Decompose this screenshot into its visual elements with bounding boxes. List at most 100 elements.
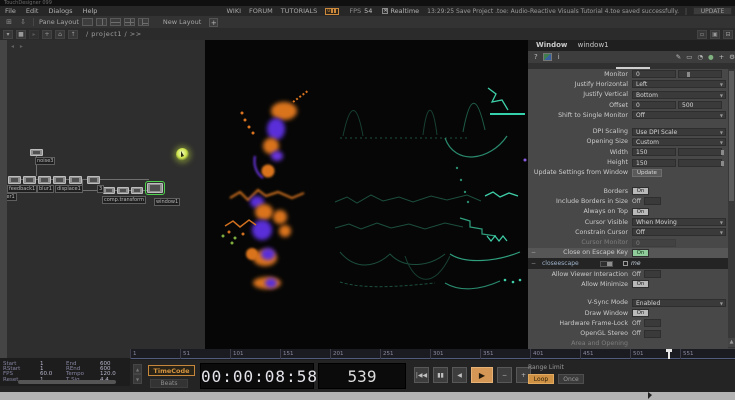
link-tutorials[interactable]: TUTORIALS bbox=[277, 7, 321, 15]
info-icon[interactable]: i bbox=[558, 53, 560, 61]
node-label[interactable]: noise3 bbox=[35, 157, 55, 165]
help-icon[interactable]: ? bbox=[534, 53, 538, 61]
new-layout-tab[interactable]: New Layout bbox=[163, 18, 201, 26]
menu-edit[interactable]: Edit bbox=[21, 7, 44, 15]
param-value-field[interactable]: 0 bbox=[632, 101, 676, 109]
param-value-field[interactable]: 0 bbox=[632, 239, 676, 247]
playhead[interactable] bbox=[668, 349, 670, 359]
expression-toggle[interactable] bbox=[600, 261, 613, 267]
step-back-button[interactable]: ◀ bbox=[452, 367, 467, 383]
jump-start-button[interactable]: |◀◀ bbox=[414, 367, 429, 383]
loop-button[interactable]: Loop bbox=[528, 374, 554, 384]
layout-preset-split-h-button[interactable] bbox=[96, 18, 107, 26]
param-dropdown[interactable]: Use DPI Scale bbox=[632, 128, 726, 136]
node-label[interactable]: window1 bbox=[154, 198, 180, 206]
step-down-icon[interactable]: ▼ bbox=[133, 374, 142, 384]
param-expression-row[interactable]: −closeescapeme bbox=[528, 258, 728, 269]
realtime-checkbox[interactable]: ✕ bbox=[382, 8, 388, 14]
layout-preset-triple-button[interactable] bbox=[138, 18, 149, 26]
network-editor-pane[interactable]: ◂ ▸ noise3feedback1blur1displace13ler1co… bbox=[7, 40, 205, 358]
timecode-mode-button[interactable]: TimeCode bbox=[148, 365, 195, 376]
scrollbar-handle[interactable] bbox=[729, 71, 734, 201]
beats-mode-button[interactable]: Beats bbox=[150, 379, 188, 388]
add-layout-button[interactable]: + bbox=[209, 18, 218, 27]
param-value-field[interactable]: 150 bbox=[632, 148, 676, 156]
add-parameter-icon[interactable]: + bbox=[719, 53, 724, 61]
param-toggle[interactable]: On bbox=[632, 249, 649, 257]
slider-handle[interactable] bbox=[721, 150, 724, 155]
menu-dialogs[interactable]: Dialogs bbox=[43, 7, 77, 15]
pathbar-button-3[interactable]: + bbox=[42, 30, 52, 39]
breadcrumb[interactable]: / project1 / >> bbox=[86, 30, 142, 38]
node-body[interactable] bbox=[23, 176, 36, 184]
node-selected[interactable] bbox=[147, 183, 163, 193]
pause-button[interactable]: ▮▮ bbox=[433, 367, 448, 383]
param-toggle[interactable]: On bbox=[632, 208, 649, 216]
param-toggle[interactable] bbox=[644, 197, 661, 205]
param-dropdown[interactable]: Off bbox=[632, 228, 726, 236]
operator-name-field[interactable]: window1 bbox=[578, 41, 609, 49]
download-icon[interactable]: ⇩ bbox=[18, 18, 28, 26]
node-label[interactable]: feedback1 bbox=[7, 185, 37, 193]
node-label[interactable]: comp.transform bbox=[102, 196, 146, 204]
param-toggle[interactable]: On bbox=[632, 309, 649, 317]
expression-icon[interactable]: ✎ bbox=[676, 53, 681, 61]
param-toggle[interactable] bbox=[644, 270, 661, 278]
node-label[interactable]: blur1 bbox=[37, 185, 54, 193]
link-forum[interactable]: FORUM bbox=[245, 7, 277, 15]
param-dropdown[interactable]: Enabled bbox=[632, 299, 726, 307]
param-value-field-2[interactable]: 500 bbox=[678, 101, 722, 109]
gear-icon[interactable]: ⚙ bbox=[729, 53, 735, 61]
param-toggle[interactable] bbox=[644, 330, 661, 338]
timeline-ruler[interactable]: 151101151201251301351401451501551 bbox=[130, 349, 735, 359]
node-body[interactable] bbox=[87, 176, 100, 184]
collapse-icon[interactable]: − bbox=[531, 260, 536, 267]
node-body[interactable] bbox=[103, 187, 115, 194]
node-body[interactable] bbox=[117, 187, 129, 194]
menu-file[interactable]: File bbox=[0, 7, 21, 15]
node-body[interactable] bbox=[69, 176, 82, 184]
node-body[interactable] bbox=[131, 187, 143, 194]
performance-meter[interactable]: 0 bbox=[325, 8, 339, 15]
top-viewer-pane[interactable] bbox=[205, 40, 528, 358]
eraser-icon[interactable]: ◔ bbox=[697, 53, 703, 61]
param-toggle[interactable]: On bbox=[632, 280, 649, 288]
pane-split-icon[interactable]: ⊟ bbox=[723, 30, 733, 39]
pane-minimize-icon[interactable]: ▫ bbox=[697, 30, 707, 39]
node-label[interactable]: ler1 bbox=[7, 193, 17, 201]
layout-preset-split-v-button[interactable] bbox=[110, 18, 121, 26]
pathbar-button-4[interactable]: ⌂ bbox=[55, 30, 65, 39]
frame-display[interactable]: 539 bbox=[318, 363, 406, 389]
step-forward-button[interactable]: − bbox=[497, 367, 512, 383]
once-button[interactable]: Once bbox=[558, 374, 584, 384]
pathbar-button-1[interactable]: ■ bbox=[16, 30, 26, 39]
link-wiki[interactable]: WIKI bbox=[222, 7, 245, 15]
node-body[interactable] bbox=[38, 176, 51, 184]
param-dropdown[interactable]: Left bbox=[632, 80, 726, 88]
slider-handle[interactable] bbox=[721, 161, 724, 166]
menu-help[interactable]: Help bbox=[78, 7, 103, 15]
param-slider[interactable] bbox=[678, 148, 722, 156]
param-slider[interactable] bbox=[678, 159, 722, 167]
node-body[interactable] bbox=[8, 176, 21, 184]
layout-preset-quad-button[interactable] bbox=[124, 18, 135, 26]
step-up-icon[interactable]: ▲ bbox=[133, 364, 142, 374]
param-toggle[interactable]: On bbox=[632, 187, 649, 195]
slider-handle[interactable] bbox=[687, 72, 690, 77]
pathbar-button-5[interactable]: ↑ bbox=[68, 30, 78, 39]
param-toggle[interactable] bbox=[644, 319, 661, 327]
network-nav-arrows[interactable]: ◂ ▸ bbox=[11, 43, 25, 50]
language-icon[interactable]: ● bbox=[708, 53, 714, 61]
parameter-scrollbar[interactable]: ▲ ▼ bbox=[728, 69, 735, 358]
param-value-field[interactable]: 150 bbox=[632, 159, 676, 167]
pane-maximize-icon[interactable]: ▣ bbox=[710, 30, 720, 39]
grid-icon[interactable]: ⊞ bbox=[4, 18, 14, 26]
param-dropdown[interactable]: When Moving bbox=[632, 218, 726, 226]
layout-preset-single-button[interactable] bbox=[82, 18, 93, 26]
pathbar-button-0[interactable]: ▾ bbox=[3, 30, 13, 39]
update-button[interactable]: UPDATE bbox=[693, 7, 732, 15]
param-button[interactable]: Update bbox=[632, 169, 662, 177]
node-body[interactable] bbox=[53, 176, 66, 184]
param-dropdown[interactable]: Custom bbox=[632, 138, 726, 146]
me-checkbox[interactable] bbox=[623, 261, 628, 266]
